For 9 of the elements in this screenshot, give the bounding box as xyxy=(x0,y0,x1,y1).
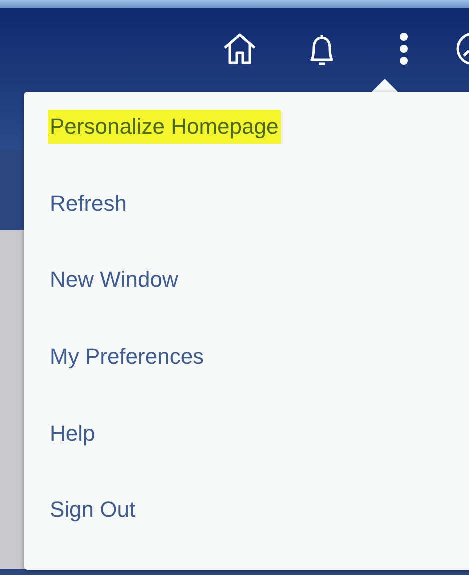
more-icon[interactable] xyxy=(399,32,409,66)
menu-item[interactable]: Personalize Homepage xyxy=(48,110,281,144)
menu-item[interactable]: New Window xyxy=(48,263,180,298)
gauge-icon[interactable] xyxy=(456,32,469,66)
menu-item[interactable]: Refresh xyxy=(48,186,130,221)
home-icon[interactable] xyxy=(222,32,258,66)
menu-item[interactable]: My Preferences xyxy=(48,340,206,374)
menu-item[interactable]: Help xyxy=(48,416,98,451)
menu-item[interactable]: Sign Out xyxy=(48,493,138,528)
